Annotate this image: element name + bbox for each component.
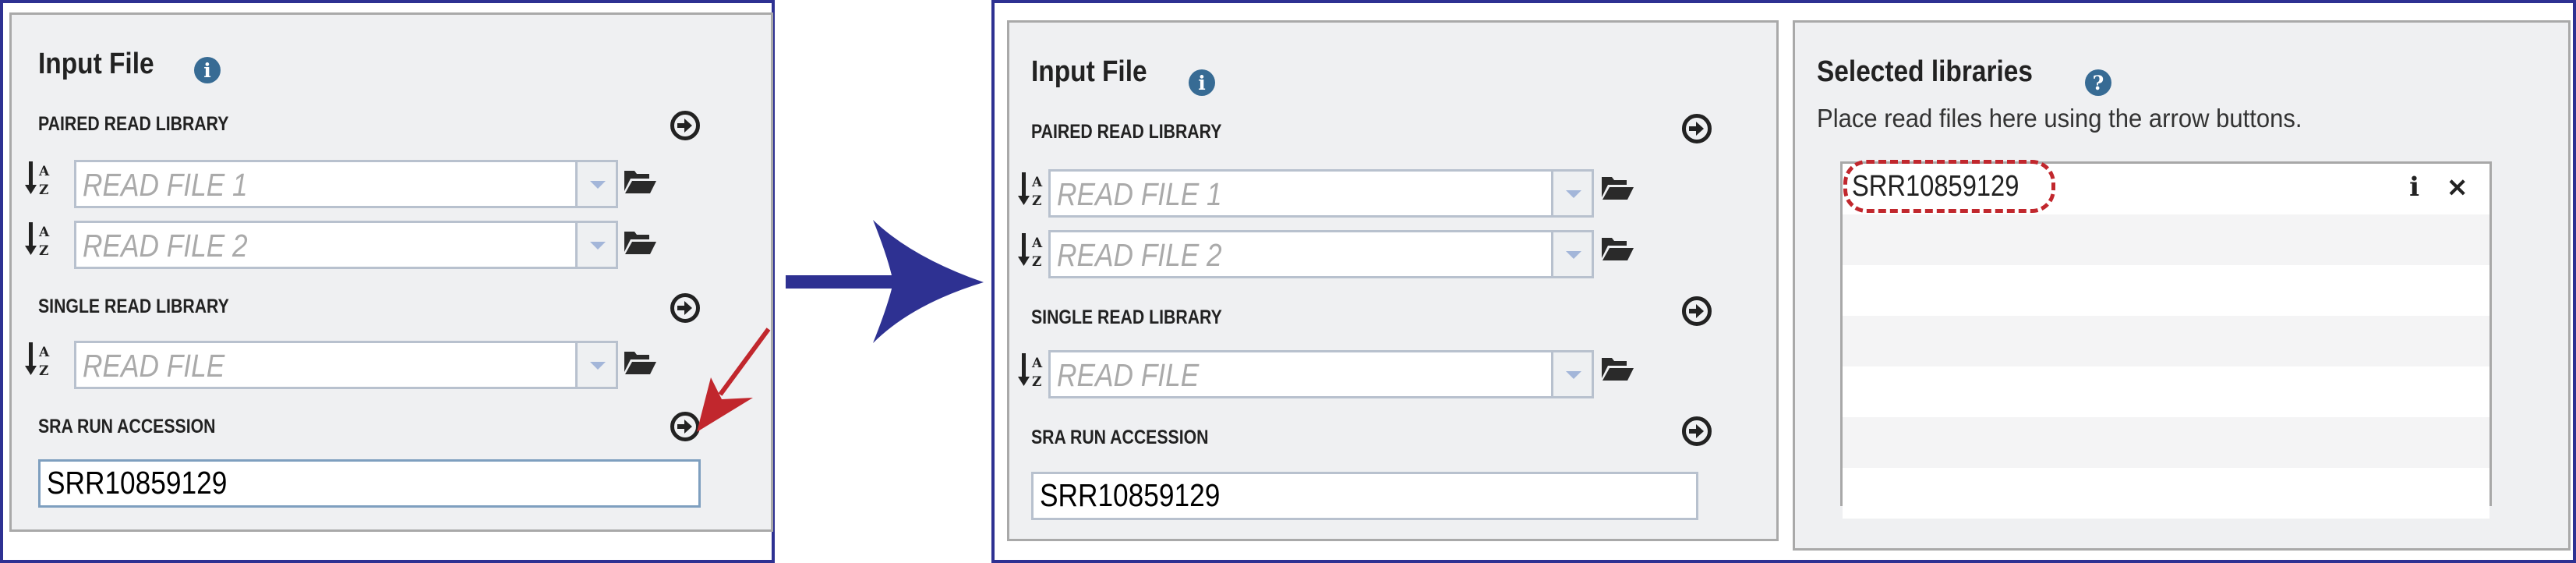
single-read-library-label: SINGLE READ LIBRARY	[1031, 306, 1222, 328]
read-file-1-select[interactable]: READ FILE 1	[1048, 169, 1594, 218]
list-item-empty	[1843, 214, 2489, 265]
add-single-library-button[interactable]	[1681, 296, 1712, 327]
sra-accession-input[interactable]: SRR10859129	[38, 459, 701, 508]
sra-run-accession-label: SRA RUN ACCESSION	[1031, 427, 1209, 448]
sort-icon[interactable]	[1017, 169, 1047, 210]
folder-open-icon[interactable]	[1600, 236, 1634, 261]
help-icon[interactable]: ?	[2085, 69, 2111, 96]
panel-subtitle: Place read files here using the arrow bu…	[1817, 104, 2302, 133]
info-icon[interactable]: i	[194, 57, 221, 83]
selected-libraries-list: SRR10859129 i ✕	[1840, 161, 2492, 519]
list-item-empty	[1843, 316, 2489, 366]
chevron-down-icon[interactable]	[1551, 172, 1592, 215]
sra-run-accession-label: SRA RUN ACCESSION	[38, 416, 216, 437]
read-file-select[interactable]: READ FILE	[1048, 350, 1594, 398]
read-file-2-select[interactable]: READ FILE 2	[1048, 230, 1594, 278]
single-read-library-label: SINGLE READ LIBRARY	[38, 296, 229, 317]
selected-libraries-panel: Selected libraries ? Place read files he…	[1793, 20, 2571, 551]
read-file-placeholder: READ FILE	[1057, 357, 1200, 393]
info-icon[interactable]: i	[1189, 69, 1215, 96]
panel-title: Selected libraries	[1817, 55, 2033, 88]
library-info-icon[interactable]: i	[2409, 172, 2419, 203]
list-item-empty	[1843, 366, 2489, 417]
panel-title: Input File	[38, 48, 154, 80]
read-file-1-select[interactable]: READ FILE 1	[74, 160, 618, 208]
add-sra-accession-button[interactable]	[1681, 416, 1712, 447]
remove-library-icon[interactable]: ✕	[2447, 173, 2468, 203]
sra-accession-value: SRR10859129	[47, 465, 228, 501]
read-file-placeholder: READ FILE	[83, 348, 225, 384]
input-file-panel: Input File i PAIRED READ LIBRARY READ FI…	[1007, 20, 1779, 541]
read-file-2-placeholder: READ FILE 2	[1057, 237, 1222, 273]
after-frame: Input File i PAIRED READ LIBRARY READ FI…	[991, 0, 2576, 563]
folder-open-icon[interactable]	[1600, 175, 1634, 200]
folder-open-icon[interactable]	[1600, 356, 1634, 381]
sra-accession-value: SRR10859129	[1040, 477, 1221, 513]
read-file-select[interactable]: READ FILE	[74, 341, 618, 389]
sort-icon[interactable]	[1017, 230, 1047, 271]
list-item-empty	[1843, 468, 2489, 519]
panel-title: Input File	[1031, 55, 1147, 88]
chevron-down-icon[interactable]	[1551, 232, 1592, 276]
folder-open-icon[interactable]	[623, 350, 657, 375]
before-frame: Input File i PAIRED READ LIBRARY READ FI…	[0, 0, 775, 563]
chevron-down-icon[interactable]	[575, 223, 616, 267]
transition-arrow-icon	[786, 220, 984, 343]
add-paired-library-button[interactable]	[670, 110, 701, 141]
sort-icon[interactable]	[1017, 350, 1047, 391]
sra-accession-input[interactable]: SRR10859129	[1031, 472, 1698, 520]
sort-icon[interactable]	[24, 219, 54, 260]
annotation-arrow-icon	[697, 328, 771, 432]
paired-read-library-label: PAIRED READ LIBRARY	[38, 113, 229, 135]
sort-icon[interactable]	[24, 158, 54, 199]
read-file-1-placeholder: READ FILE 1	[1057, 176, 1222, 212]
read-file-2-select[interactable]: READ FILE 2	[74, 221, 618, 269]
list-item-empty	[1843, 417, 2489, 468]
input-file-panel: Input File i PAIRED READ LIBRARY READ FI…	[9, 12, 773, 532]
folder-open-icon[interactable]	[623, 169, 657, 194]
read-file-2-placeholder: READ FILE 2	[83, 228, 248, 264]
highlight-annotation	[1843, 160, 2055, 213]
list-item-empty	[1843, 265, 2489, 316]
paired-read-library-label: PAIRED READ LIBRARY	[1031, 121, 1222, 143]
read-file-1-placeholder: READ FILE 1	[83, 167, 248, 203]
chevron-down-icon[interactable]	[575, 162, 616, 206]
add-paired-library-button[interactable]	[1681, 113, 1712, 144]
sort-icon[interactable]	[24, 339, 54, 380]
chevron-down-icon[interactable]	[575, 343, 616, 387]
chevron-down-icon[interactable]	[1551, 352, 1592, 396]
add-single-library-button[interactable]	[670, 292, 701, 324]
folder-open-icon[interactable]	[623, 230, 657, 255]
